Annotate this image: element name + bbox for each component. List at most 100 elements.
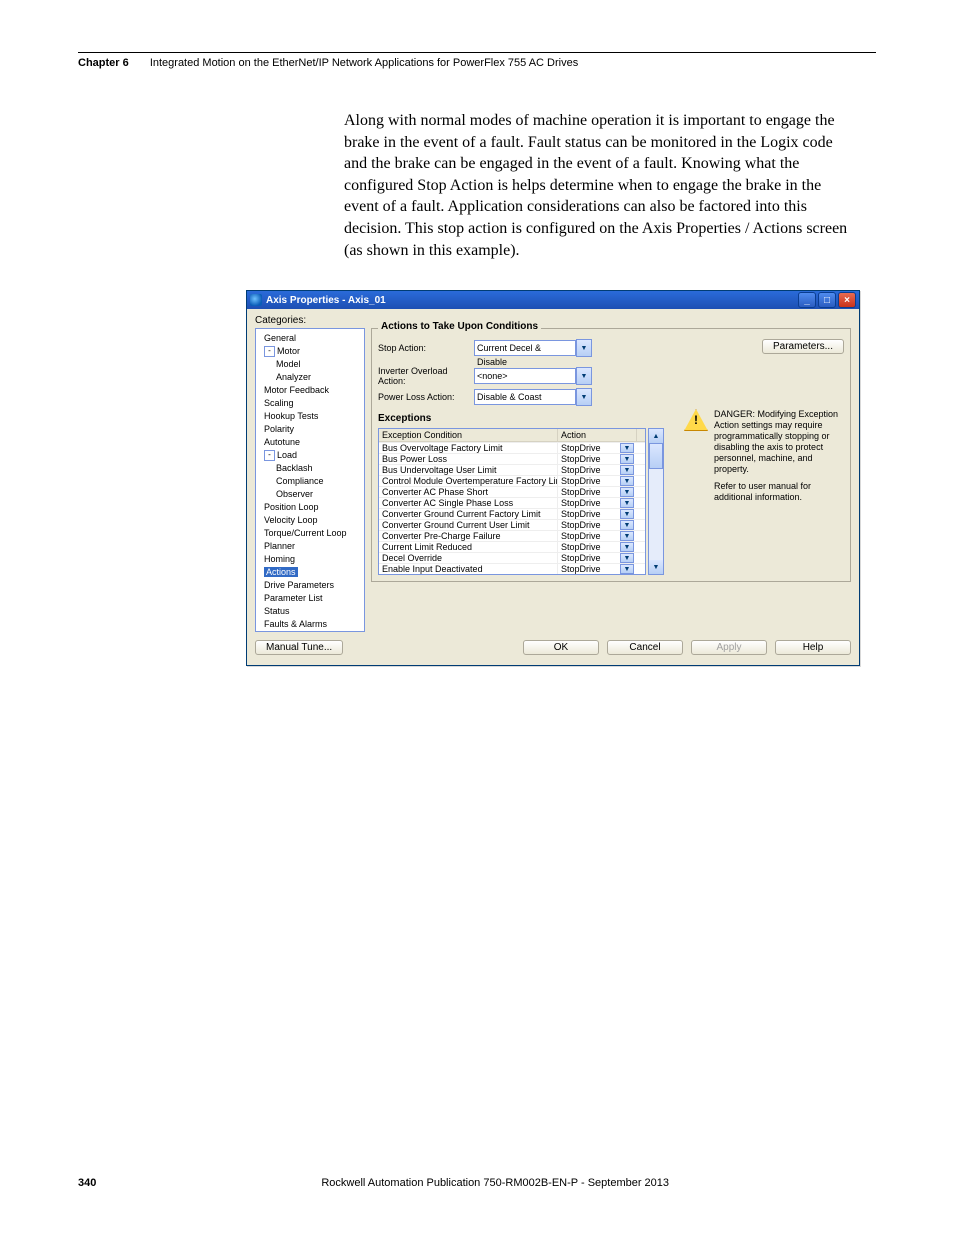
form-row: Inverter Overload Action:<none>▼ [378, 366, 844, 386]
condition-cell: Current Limit Reduced [379, 542, 558, 552]
tree-node[interactable]: -Load [258, 449, 362, 462]
tree-node[interactable]: Autotune [258, 436, 362, 449]
parameters-button[interactable]: Parameters... [762, 339, 844, 354]
field-label: Stop Action: [378, 343, 474, 353]
table-row[interactable]: Bus Overvoltage Factory LimitStopDrive▼ [379, 442, 645, 453]
chevron-down-icon[interactable]: ▼ [620, 553, 634, 563]
tree-label: Homing [264, 554, 295, 564]
chevron-down-icon[interactable]: ▼ [576, 388, 592, 406]
field-combo[interactable]: <none>▼ [474, 368, 592, 384]
tree-node[interactable]: Status [258, 605, 362, 618]
tree-expander-icon[interactable]: - [264, 450, 275, 461]
chevron-down-icon[interactable]: ▼ [620, 520, 634, 530]
tree-node[interactable]: Velocity Loop [258, 514, 362, 527]
combo-value: Current Decel & Disable [474, 340, 576, 356]
chevron-down-icon[interactable]: ▼ [620, 498, 634, 508]
tree-label: Motor [277, 346, 300, 356]
tree-label: Motor Feedback [264, 385, 329, 395]
exceptions-table[interactable]: Exception Condition Action Bus Overvolta… [378, 428, 646, 575]
tree-node[interactable]: Parameter List [258, 592, 362, 605]
action-cell: StopDrive [558, 531, 620, 541]
minimize-button[interactable]: _ [798, 292, 816, 308]
condition-cell: Control Module Overtemperature Factory L… [379, 476, 558, 486]
table-row[interactable]: Bus Undervoltage User LimitStopDrive▼ [379, 464, 645, 475]
tree-node[interactable]: Scaling [258, 397, 362, 410]
chevron-down-icon[interactable]: ▼ [620, 465, 634, 475]
chevron-down-icon[interactable]: ▼ [620, 564, 634, 574]
table-row[interactable]: Control Module Overtemperature Factory L… [379, 475, 645, 486]
table-row[interactable]: Decel OverrideStopDrive▼ [379, 552, 645, 563]
table-row[interactable]: Current Limit ReducedStopDrive▼ [379, 541, 645, 552]
tree-label: Load [277, 450, 297, 460]
chevron-down-icon[interactable]: ▼ [620, 542, 634, 552]
chapter-label: Chapter 6 [78, 57, 129, 69]
tree-node[interactable]: Compliance [258, 475, 362, 488]
table-row[interactable]: Converter Pre-Charge FailureStopDrive▼ [379, 530, 645, 541]
scroll-thumb[interactable] [649, 443, 663, 469]
tree-node[interactable]: Faults & Alarms [258, 618, 362, 631]
chevron-down-icon[interactable]: ▼ [620, 476, 634, 486]
maximize-button[interactable]: □ [818, 292, 836, 308]
scroll-up-icon[interactable]: ▲ [649, 429, 663, 443]
tree-node[interactable]: Polarity [258, 423, 362, 436]
tree-node[interactable]: Torque/Current Loop [258, 527, 362, 540]
tree-node[interactable]: -Motor [258, 345, 362, 358]
tree-node[interactable]: Homing [258, 553, 362, 566]
tree-node[interactable]: Hookup Tests [258, 410, 362, 423]
danger-note: ! DANGER: Modifying Exception Action set… [684, 409, 844, 575]
ok-button[interactable]: OK [523, 640, 599, 655]
scroll-track[interactable] [649, 443, 663, 560]
titlebar[interactable]: Axis Properties - Axis_01 _ □ × [247, 291, 859, 309]
action-cell: StopDrive [558, 465, 620, 475]
table-row[interactable]: Enable Input DeactivatedStopDrive▼ [379, 563, 645, 574]
tree-node[interactable]: General [258, 332, 362, 345]
chevron-down-icon[interactable]: ▼ [620, 487, 634, 497]
tree-expander-icon[interactable]: - [264, 346, 275, 357]
tree-label: Status [264, 606, 290, 616]
chevron-down-icon[interactable]: ▼ [620, 443, 634, 453]
table-row[interactable]: Converter AC Single Phase LossStopDrive▼ [379, 497, 645, 508]
table-row[interactable]: Converter Ground Current User LimitStopD… [379, 519, 645, 530]
tree-node[interactable]: Actions [258, 566, 362, 579]
tree-node[interactable]: Analyzer [258, 371, 362, 384]
window-title: Axis Properties - Axis_01 [266, 295, 796, 306]
categories-label: Categories: [255, 315, 851, 326]
col-action[interactable]: Action [558, 429, 637, 441]
apply-button[interactable]: Apply [691, 640, 767, 655]
col-condition[interactable]: Exception Condition [379, 429, 558, 441]
tree-node[interactable]: Observer [258, 488, 362, 501]
cancel-button[interactable]: Cancel [607, 640, 683, 655]
combo-value: <none> [474, 368, 576, 384]
table-row[interactable]: Converter Ground Current Factory LimitSt… [379, 508, 645, 519]
condition-cell: Converter Ground Current Factory Limit [379, 509, 558, 519]
action-cell: StopDrive [558, 520, 620, 530]
table-row[interactable]: Bus Power LossStopDrive▼ [379, 453, 645, 464]
condition-cell: Converter Pre-Charge Failure [379, 531, 558, 541]
chevron-down-icon[interactable]: ▼ [620, 454, 634, 464]
tree-node[interactable]: Model [258, 358, 362, 371]
chevron-down-icon[interactable]: ▼ [576, 367, 592, 385]
categories-tree[interactable]: General-MotorModelAnalyzerMotor Feedback… [255, 328, 365, 632]
action-cell: StopDrive [558, 487, 620, 497]
field-combo[interactable]: Current Decel & Disable▼ [474, 340, 592, 356]
tree-node[interactable]: Position Loop [258, 501, 362, 514]
tree-node[interactable]: Drive Parameters [258, 579, 362, 592]
tree-node[interactable]: Planner [258, 540, 362, 553]
field-combo[interactable]: Disable & Coast▼ [474, 389, 592, 405]
condition-cell: Converter AC Phase Short [379, 487, 558, 497]
condition-cell: Enable Input Deactivated [379, 564, 558, 574]
chevron-down-icon[interactable]: ▼ [620, 509, 634, 519]
tree-node[interactable]: Tag [258, 631, 362, 632]
help-button[interactable]: Help [775, 640, 851, 655]
manual-tune-button[interactable]: Manual Tune... [255, 640, 343, 655]
table-row[interactable]: Converter AC Phase ShortStopDrive▼ [379, 486, 645, 497]
scroll-down-icon[interactable]: ▼ [649, 560, 663, 574]
chevron-down-icon[interactable]: ▼ [576, 339, 592, 357]
tree-node[interactable]: Motor Feedback [258, 384, 362, 397]
tree-label: Position Loop [264, 502, 319, 512]
field-label: Inverter Overload Action: [378, 366, 474, 386]
exceptions-scrollbar[interactable]: ▲ ▼ [648, 428, 664, 575]
tree-node[interactable]: Backlash [258, 462, 362, 475]
chevron-down-icon[interactable]: ▼ [620, 531, 634, 541]
close-button[interactable]: × [838, 292, 856, 308]
